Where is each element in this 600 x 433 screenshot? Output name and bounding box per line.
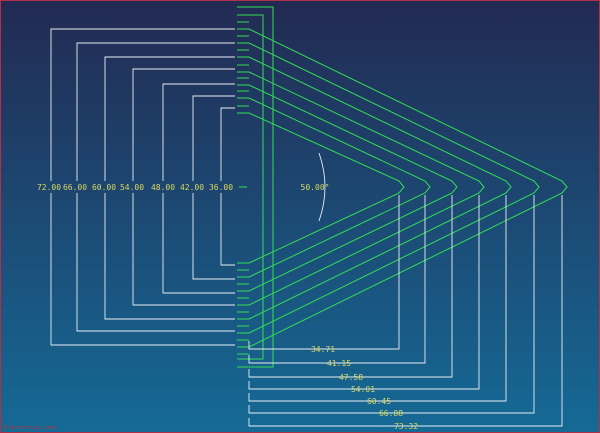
- offset-label: 60.00: [92, 183, 116, 192]
- cad-viewport[interactable]: 72.00 66.00 60.00 54.00 48.00 42.00 36.00 34.7…: [0, 0, 600, 433]
- offset-label: 48.00: [151, 183, 175, 192]
- offset-label: 72.00: [37, 183, 61, 192]
- offset-label: 36.00: [209, 183, 233, 192]
- length-label: 41.15: [327, 359, 351, 368]
- length-label: 73.32: [394, 422, 418, 431]
- chevron-drawing[interactable]: 72.00 66.00 60.00 54.00 48.00 42.00 36.00 34.7…: [1, 1, 600, 433]
- length-label: 34.71: [311, 345, 335, 354]
- angle-label: 50.00°: [301, 183, 330, 192]
- length-label: 66.88: [379, 409, 403, 418]
- length-label: 54.01: [351, 385, 375, 394]
- status-readout: Intersecting Lines: [3, 425, 58, 431]
- offset-label: 42.00: [180, 183, 204, 192]
- offset-label: 66.00: [63, 183, 87, 192]
- length-label: 60.45: [367, 397, 391, 406]
- offset-label: 54.00: [120, 183, 144, 192]
- length-label: 47.58: [339, 373, 363, 382]
- viewport-background: [1, 1, 599, 432]
